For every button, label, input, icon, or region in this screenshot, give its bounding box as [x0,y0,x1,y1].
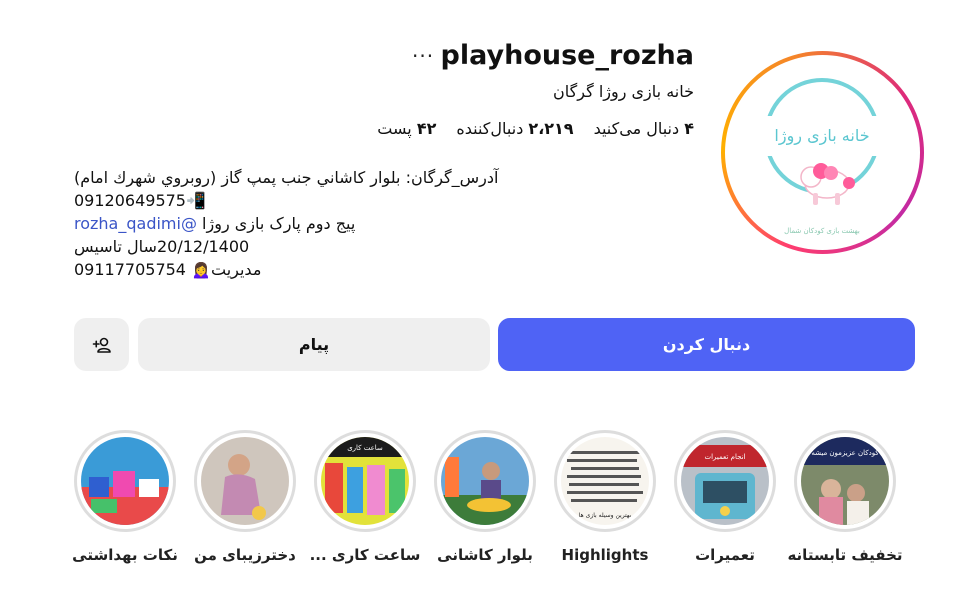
highlight-ring[interactable]: بهترین وسیله بازی ها [554,430,656,532]
posts-count: ۴۲ پست [377,119,436,138]
highlight-item[interactable]: نکات بهداشتی [68,430,180,580]
highlight-ring[interactable] [434,430,536,532]
bio-mention-link[interactable]: @rozha_qadimi [74,214,197,233]
avatar-footer-text: بهشت بازی کودکان شمال [784,227,860,235]
highlight-label: ساعت کاری ... [309,546,421,564]
bio-second-page: پیج دوم پارک بازی روژا @rozha_qadimi [74,212,534,235]
bio-second-page-text: پیج دوم پارک بازی روژا [202,214,356,233]
bio-phone: 09120649575📲 [74,191,206,210]
highlight-label: Highlights [561,546,649,564]
highlight-ring[interactable]: ساعت کاری [314,430,416,532]
profile-username: playhouse_rozha [440,40,694,71]
profile-avatar-ring[interactable]: خانه بازی روژا بهشت بازی کودکان شمال [721,51,924,254]
following-value: ۴ [684,119,694,138]
message-button[interactable]: پیام [138,318,490,371]
highlight-label: بلوار کاشانی [437,546,533,564]
followers-label: دنبال‌کننده [456,119,524,138]
highlight-label: تخفیف تابستانه [787,546,903,564]
highlight-ring[interactable] [74,430,176,532]
follow-button[interactable]: دنبال کردن [498,318,915,371]
followers-value: ۲،۲۱۹ [528,119,574,138]
highlight-cover: ساعت کاری [321,437,409,525]
highlight-cover: کودکان عزیزمون میشه [801,437,889,525]
bio-manager: 09117705754 🙍‍♀️مدیریت [74,260,262,279]
highlight-label: نکات بهداشتی [72,546,178,564]
followers-count[interactable]: ۲،۲۱۹ دنبال‌کننده [456,119,573,138]
profile-stats: ۴۲ پست ۲،۲۱۹ دنبال‌کننده ۴ دنبال می‌کنید [377,119,694,138]
svg-text:ساعت کاری: ساعت کاری [347,444,383,452]
highlight-label: دخترزیبای من [194,546,296,564]
highlight-cover: انجام تعمیرات [681,437,769,525]
highlight-ring[interactable] [194,430,296,532]
bio-address: آدرس_گرگان: بلوار کاشاني جنب پمپ گاز (رو… [74,168,499,187]
highlight-label: تعمیرات [695,546,755,564]
highlight-cover [201,437,289,525]
posts-value: ۴۲ [416,119,437,138]
highlight-item[interactable]: کودکان عزیزمون میشه تخفیف تابستانه [787,430,903,580]
profile-bio: آدرس_گرگان: بلوار کاشاني جنب پمپ گاز (رو… [74,166,534,281]
avatar[interactable]: خانه بازی روژا بهشت بازی کودکان شمال [731,61,914,244]
avatar-logo: خانه بازی روژا بهشت بازی کودکان شمال [751,78,893,235]
following-label: دنبال می‌کنید [593,119,680,138]
highlight-ring[interactable]: کودکان عزیزمون میشه [794,430,896,532]
highlight-cover: بهترین وسیله بازی ها [561,437,649,525]
svg-text:انجام تعمیرات: انجام تعمیرات [705,453,746,461]
profile-full-name: خانه بازی روژا گرگان [553,82,694,101]
highlight-item[interactable]: دخترزیبای من [188,430,300,580]
posts-label: پست [377,119,412,138]
highlight-ring[interactable]: انجام تعمیرات [674,430,776,532]
svg-text:کودکان عزیزمون میشه: کودکان عزیزمون میشه [811,449,879,457]
highlight-cover [441,437,529,525]
highlight-item[interactable]: انجام تعمیرات تعمیرات [668,430,780,580]
following-count[interactable]: ۴ دنبال می‌کنید [594,119,694,138]
highlight-item[interactable]: بهترین وسیله بازی ها Highlights [548,430,660,580]
highlight-cover [81,437,169,525]
more-options-icon[interactable]: ··· [412,44,434,68]
add-person-icon [92,337,111,353]
avatar-brand-text: خانه بازی روژا [774,126,869,146]
svg-text:بهترین وسیله بازی ها: بهترین وسیله بازی ها [579,512,632,519]
highlight-item[interactable]: ساعت کاری ساعت کاری ... [308,430,420,580]
bio-founded: 20/12/1400سال تاسیس [74,237,250,256]
avatar-frame: خانه بازی روژا بهشت بازی کودکان شمال [725,55,920,250]
highlight-item[interactable]: بلوار کاشانی [428,430,540,580]
suggested-accounts-button[interactable] [74,318,129,371]
